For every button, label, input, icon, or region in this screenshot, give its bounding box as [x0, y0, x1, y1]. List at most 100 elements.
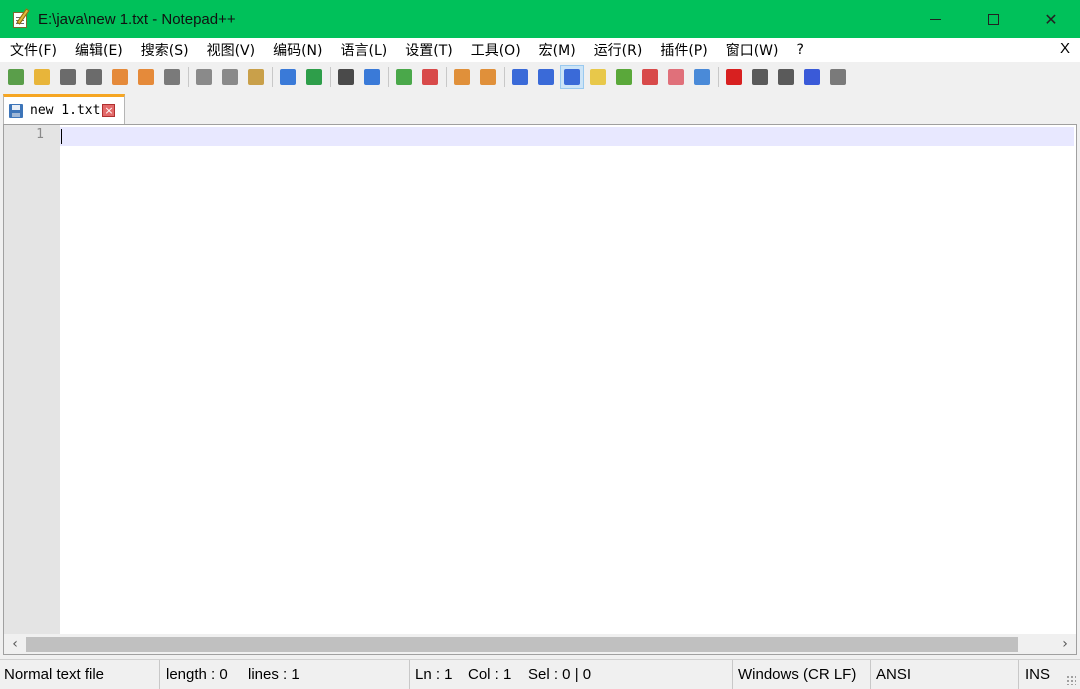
save-all-button[interactable]: [83, 66, 105, 88]
new-file-button[interactable]: [5, 66, 27, 88]
notepad-app-icon: [12, 8, 32, 29]
zoom-in-button[interactable]: [393, 66, 415, 88]
folder-as-workspace-button[interactable]: [665, 66, 687, 88]
menu-run[interactable]: 运行(R): [585, 40, 652, 60]
find-button[interactable]: [335, 66, 357, 88]
save-button[interactable]: [57, 66, 79, 88]
run-macro-multiple-icon: [804, 69, 820, 85]
window-controls: ✕: [906, 0, 1080, 38]
copy-icon: [222, 69, 238, 85]
paste-icon: [248, 69, 264, 85]
current-line-highlight: [60, 127, 1074, 146]
toolbar: [0, 62, 1080, 92]
open-file-button[interactable]: [31, 66, 53, 88]
save-all-icon: [86, 69, 102, 85]
word-wrap-icon: [512, 69, 528, 85]
tab-bar: new 1.txt ×: [0, 92, 1080, 124]
monitoring-button[interactable]: [691, 66, 713, 88]
copy-button[interactable]: [219, 66, 241, 88]
show-all-chars-button[interactable]: [535, 66, 557, 88]
close-file-button[interactable]: [109, 66, 131, 88]
print-button[interactable]: [161, 66, 183, 88]
new-file-icon: [8, 69, 24, 85]
cut-button[interactable]: [193, 66, 215, 88]
menu-window[interactable]: 窗口(W): [717, 40, 788, 60]
user-defined-language-icon: [590, 69, 606, 85]
title-bar: E:\java\new 1.txt - Notepad++ ✕: [0, 0, 1080, 38]
status-lines: lines : 1: [244, 660, 410, 689]
folder-as-workspace-icon: [668, 69, 684, 85]
status-eol: Windows (CR LF): [733, 660, 871, 689]
close-document-button[interactable]: X: [1060, 40, 1070, 57]
word-wrap-button[interactable]: [509, 66, 531, 88]
maximize-button[interactable]: [964, 0, 1022, 38]
menu-tools[interactable]: 工具(O): [462, 40, 530, 60]
menu-encoding[interactable]: 编码(N): [264, 40, 331, 60]
tab-close-icon[interactable]: ×: [102, 104, 116, 117]
zoom-out-button[interactable]: [419, 66, 441, 88]
close-all-icon: [138, 69, 154, 85]
sync-vertical-button[interactable]: [451, 66, 473, 88]
show-all-chars-icon: [538, 69, 554, 85]
menu-help[interactable]: ?: [788, 42, 813, 58]
find-icon: [338, 69, 354, 85]
menu-view[interactable]: 视图(V): [198, 40, 265, 60]
menu-language[interactable]: 语言(L): [332, 40, 397, 60]
tab-new-1[interactable]: new 1.txt ×: [3, 94, 125, 124]
scroll-left-icon[interactable]: ‹: [6, 636, 24, 653]
minimize-icon: [929, 18, 941, 20]
paste-button[interactable]: [245, 66, 267, 88]
text-editor[interactable]: 1: [3, 124, 1077, 634]
document-map-button[interactable]: [613, 66, 635, 88]
stop-recording-button[interactable]: [749, 66, 771, 88]
redo-button[interactable]: [303, 66, 325, 88]
line-number-gutter: 1: [4, 125, 60, 634]
toolbar-separator: [272, 67, 273, 87]
undo-button[interactable]: [277, 66, 299, 88]
menu-edit[interactable]: 编辑(E): [66, 40, 132, 60]
scrollbar-thumb[interactable]: [26, 637, 1018, 652]
indent-guide-icon: [564, 69, 580, 85]
record-macro-button[interactable]: [723, 66, 745, 88]
user-defined-language-button[interactable]: [587, 66, 609, 88]
save-macro-icon: [830, 69, 846, 85]
close-all-button[interactable]: [135, 66, 157, 88]
menu-plugins[interactable]: 插件(P): [651, 40, 716, 60]
resize-grip-icon[interactable]: [1066, 675, 1076, 685]
menu-file[interactable]: 文件(F): [0, 40, 66, 60]
replace-button[interactable]: [361, 66, 383, 88]
save-macro-button[interactable]: [827, 66, 849, 88]
menu-settings[interactable]: 设置(T): [396, 40, 461, 60]
function-list-button[interactable]: [639, 66, 661, 88]
close-button[interactable]: ✕: [1022, 0, 1080, 38]
minimize-button[interactable]: [906, 0, 964, 38]
status-bar: Normal text file length : 0 lines : 1 Ln…: [0, 659, 1080, 689]
maximize-icon: [987, 13, 999, 25]
indent-guide-button[interactable]: [560, 65, 584, 89]
status-length: length : 0: [166, 666, 228, 683]
scroll-right-icon[interactable]: ›: [1056, 636, 1074, 653]
monitoring-icon: [694, 69, 710, 85]
tab-label: new 1.txt: [30, 103, 101, 118]
close-file-icon: [112, 69, 128, 85]
status-sel: Sel : 0 | 0: [524, 660, 733, 689]
sync-horizontal-button[interactable]: [477, 66, 499, 88]
menu-macro[interactable]: 宏(M): [530, 40, 585, 60]
status-file-type: Normal text file: [0, 660, 160, 689]
toolbar-separator: [504, 67, 505, 87]
playback-macro-button[interactable]: [775, 66, 797, 88]
toolbar-separator: [446, 67, 447, 87]
toolbar-separator: [330, 67, 331, 87]
run-macro-multiple-button[interactable]: [801, 66, 823, 88]
menu-search[interactable]: 搜索(S): [132, 40, 198, 60]
toolbar-separator: [188, 67, 189, 87]
redo-icon: [306, 69, 322, 85]
sync-horizontal-icon: [480, 69, 496, 85]
zoom-out-icon: [422, 69, 438, 85]
status-insert-mode: INS: [1025, 666, 1051, 683]
replace-icon: [364, 69, 380, 85]
horizontal-scrollbar[interactable]: ‹ ›: [3, 634, 1077, 655]
window-title: E:\java\new 1.txt - Notepad++: [38, 10, 236, 28]
sync-vertical-icon: [454, 69, 470, 85]
record-macro-icon: [726, 69, 742, 85]
